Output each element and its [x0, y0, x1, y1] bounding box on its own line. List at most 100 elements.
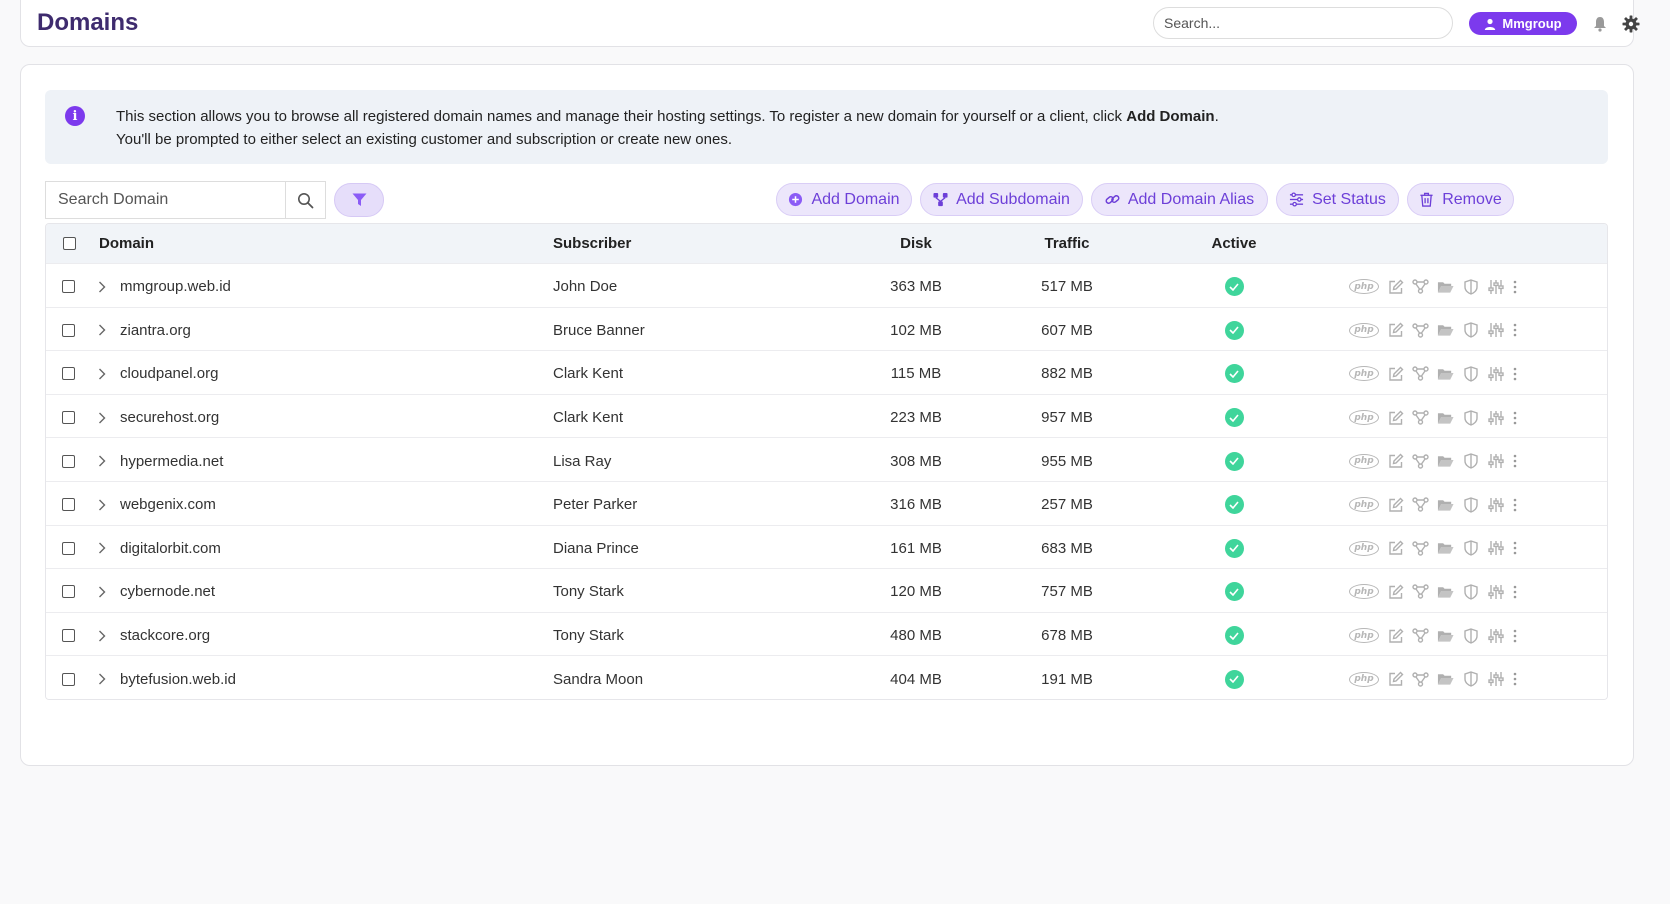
more-vertical-icon[interactable]	[1512, 583, 1518, 600]
table-row[interactable]: hypermedia.net Lisa Ray 308 MB 955 MB ph…	[46, 437, 1607, 484]
edit-icon[interactable]	[1387, 409, 1404, 426]
edit-icon[interactable]	[1387, 627, 1404, 644]
shield-icon[interactable]	[1462, 540, 1479, 557]
subdomain-icon[interactable]	[1412, 365, 1429, 382]
row-checkbox[interactable]	[62, 541, 75, 555]
row-checkbox[interactable]	[62, 585, 75, 599]
shield-icon[interactable]	[1462, 453, 1479, 470]
subdomain-icon[interactable]	[1412, 409, 1429, 426]
search-button[interactable]	[285, 182, 325, 218]
php-icon[interactable]: php	[1349, 453, 1379, 469]
table-row[interactable]: mmgroup.web.id John Doe 363 MB 517 MB ph…	[46, 263, 1607, 310]
table-row[interactable]: cybernode.net Tony Stark 120 MB 757 MB p…	[46, 568, 1607, 615]
subdomain-icon[interactable]	[1412, 583, 1429, 600]
more-vertical-icon[interactable]	[1512, 453, 1518, 470]
expand-row-button[interactable]	[98, 613, 106, 659]
shield-icon[interactable]	[1462, 278, 1479, 295]
settings-sliders-icon[interactable]	[1487, 627, 1504, 644]
domain-search-input[interactable]	[46, 182, 286, 218]
settings-sliders-icon[interactable]	[1487, 540, 1504, 557]
folder-icon[interactable]	[1437, 453, 1454, 470]
domain-link[interactable]: ziantra.org	[120, 308, 191, 354]
filter-button[interactable]	[334, 183, 384, 217]
edit-icon[interactable]	[1387, 278, 1404, 295]
gear-icon[interactable]	[1621, 14, 1641, 34]
settings-sliders-icon[interactable]	[1487, 278, 1504, 295]
table-row[interactable]: securehost.org Clark Kent 223 MB 957 MB …	[46, 393, 1607, 441]
folder-icon[interactable]	[1437, 671, 1454, 688]
php-icon[interactable]: php	[1349, 497, 1379, 513]
settings-sliders-icon[interactable]	[1487, 583, 1504, 600]
expand-row-button[interactable]	[98, 482, 106, 528]
row-checkbox[interactable]	[62, 629, 75, 643]
shield-icon[interactable]	[1462, 496, 1479, 513]
settings-sliders-icon[interactable]	[1487, 453, 1504, 470]
select-all-checkbox[interactable]	[63, 237, 76, 250]
folder-icon[interactable]	[1437, 627, 1454, 644]
more-vertical-icon[interactable]	[1512, 496, 1518, 513]
row-checkbox[interactable]	[62, 280, 75, 294]
shield-icon[interactable]	[1462, 627, 1479, 644]
domain-link[interactable]: digitalorbit.com	[120, 526, 221, 572]
edit-icon[interactable]	[1387, 453, 1404, 470]
table-row[interactable]: digitalorbit.com Diana Prince 161 MB 683…	[46, 524, 1607, 572]
php-icon[interactable]: php	[1349, 628, 1379, 644]
add-domain-button[interactable]: Add Domain	[776, 183, 912, 216]
folder-icon[interactable]	[1437, 365, 1454, 382]
add-subdomain-button[interactable]: Add Subdomain	[920, 183, 1083, 216]
php-icon[interactable]: php	[1349, 366, 1379, 382]
header-disk[interactable]: Disk	[841, 224, 991, 263]
subdomain-icon[interactable]	[1412, 496, 1429, 513]
folder-icon[interactable]	[1437, 322, 1454, 339]
expand-row-button[interactable]	[98, 264, 106, 310]
header-domain[interactable]: Domain	[99, 224, 154, 263]
domain-link[interactable]: hypermedia.net	[120, 438, 223, 484]
user-menu-button[interactable]: Mmgroup	[1469, 12, 1577, 35]
folder-icon[interactable]	[1437, 583, 1454, 600]
more-vertical-icon[interactable]	[1512, 322, 1518, 339]
row-checkbox[interactable]	[62, 367, 75, 381]
expand-row-button[interactable]	[98, 438, 106, 484]
edit-icon[interactable]	[1387, 671, 1404, 688]
folder-icon[interactable]	[1437, 409, 1454, 426]
header-traffic[interactable]: Traffic	[992, 224, 1142, 263]
shield-icon[interactable]	[1462, 365, 1479, 382]
edit-icon[interactable]	[1387, 583, 1404, 600]
row-checkbox[interactable]	[62, 672, 75, 686]
php-icon[interactable]: php	[1349, 540, 1379, 556]
global-search-input[interactable]	[1153, 7, 1453, 39]
subdomain-icon[interactable]	[1412, 627, 1429, 644]
header-subscriber[interactable]: Subscriber	[553, 224, 631, 263]
shield-icon[interactable]	[1462, 409, 1479, 426]
table-row[interactable]: cloudpanel.org Clark Kent 115 MB 882 MB …	[46, 350, 1607, 397]
shield-icon[interactable]	[1462, 322, 1479, 339]
subdomain-icon[interactable]	[1412, 322, 1429, 339]
edit-icon[interactable]	[1387, 322, 1404, 339]
subdomain-icon[interactable]	[1412, 453, 1429, 470]
subdomain-icon[interactable]	[1412, 671, 1429, 688]
expand-row-button[interactable]	[98, 526, 106, 572]
expand-row-button[interactable]	[98, 569, 106, 615]
domain-link[interactable]: bytefusion.web.id	[120, 656, 236, 699]
subdomain-icon[interactable]	[1412, 540, 1429, 557]
row-checkbox[interactable]	[62, 454, 75, 468]
domain-link[interactable]: stackcore.org	[120, 613, 210, 659]
domain-link[interactable]: securehost.org	[120, 395, 219, 441]
more-vertical-icon[interactable]	[1512, 409, 1518, 426]
expand-row-button[interactable]	[98, 656, 106, 699]
domain-link[interactable]: webgenix.com	[120, 482, 216, 528]
header-active[interactable]: Active	[1154, 224, 1314, 263]
edit-icon[interactable]	[1387, 540, 1404, 557]
more-vertical-icon[interactable]	[1512, 627, 1518, 644]
php-icon[interactable]: php	[1349, 322, 1379, 338]
shield-icon[interactable]	[1462, 583, 1479, 600]
table-row[interactable]: webgenix.com Peter Parker 316 MB 257 MB …	[46, 481, 1607, 528]
expand-row-button[interactable]	[98, 395, 106, 441]
bell-icon[interactable]	[1590, 14, 1610, 34]
more-vertical-icon[interactable]	[1512, 365, 1518, 382]
expand-row-button[interactable]	[98, 351, 106, 397]
php-icon[interactable]: php	[1349, 279, 1379, 295]
row-checkbox[interactable]	[62, 323, 75, 337]
settings-sliders-icon[interactable]	[1487, 322, 1504, 339]
set-status-button[interactable]: Set Status	[1276, 183, 1399, 216]
